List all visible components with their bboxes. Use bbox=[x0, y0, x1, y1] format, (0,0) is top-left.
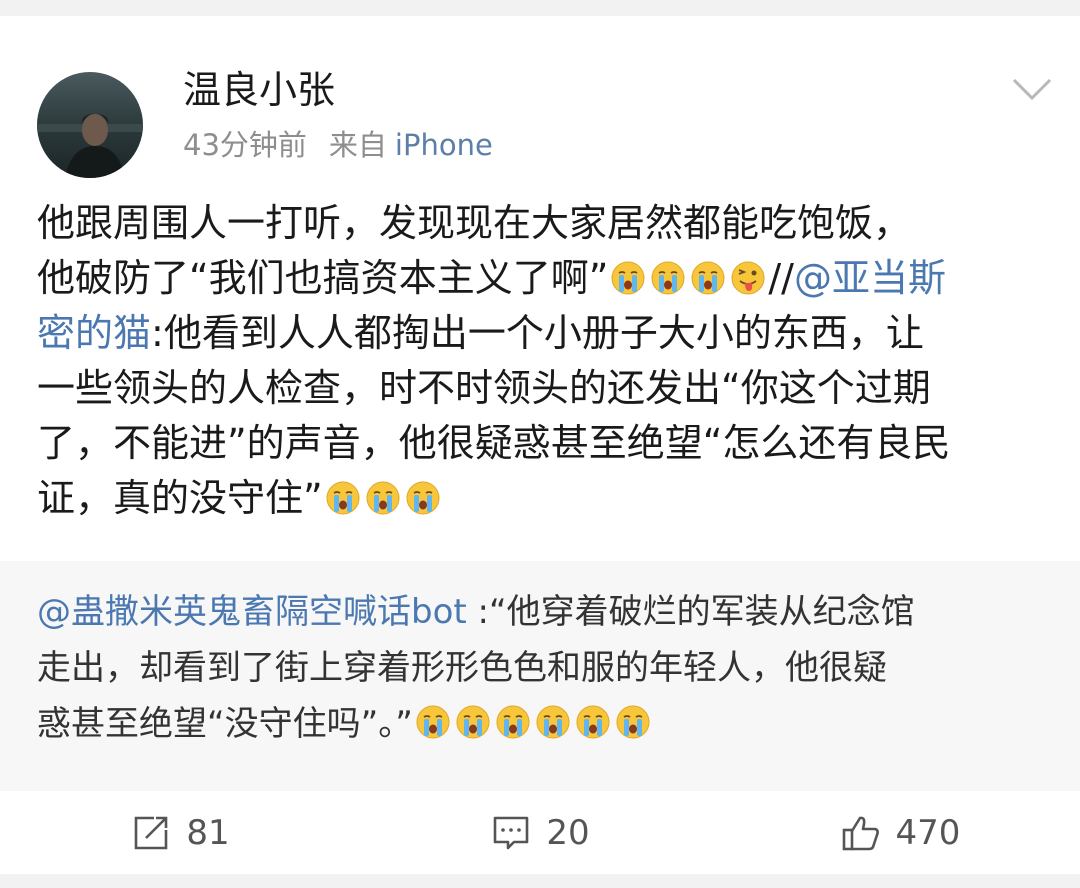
crying-face-icon bbox=[495, 704, 531, 740]
post-line: 他跟周围人一打听，发现现在大家居然都能吃饱饭， bbox=[37, 201, 912, 245]
post-line: 一些领头的人检查，时不时领头的还发出“你这个过期 bbox=[37, 366, 931, 410]
repost-button[interactable]: 81 bbox=[0, 812, 360, 854]
post-time: 43分钟前 bbox=[183, 128, 307, 162]
weibo-post-card: 温良小张 43分钟前 来自 iPhone 他跟周围人一打听，发现现在大家居然都能吃饱… bbox=[0, 16, 1080, 874]
repost-line: @蛊撒米英鬼畜隔空喊话bot :“他穿着破烂的军装从纪念馆 bbox=[37, 584, 1047, 640]
repost-line: 走出，却看到了街上穿着形形色色和服的年轻人，他很疑 bbox=[37, 648, 887, 688]
like-button[interactable]: 470 bbox=[720, 812, 1080, 854]
crying-face-icon bbox=[405, 480, 441, 516]
comment-count: 20 bbox=[546, 813, 590, 853]
post-meta: 43分钟前 来自 iPhone bbox=[183, 128, 493, 162]
mention-link[interactable]: @亚当斯 bbox=[794, 256, 946, 300]
post-line: 密的猫:他看到人人都掏出一个小册子大小的东西，让 bbox=[37, 306, 1042, 361]
crying-face-icon bbox=[615, 704, 651, 740]
crying-face-icon bbox=[455, 704, 491, 740]
post-header: 温良小张 43分钟前 来自 iPhone bbox=[0, 16, 1080, 186]
crying-face-icon bbox=[325, 480, 361, 516]
share-icon bbox=[135, 816, 168, 850]
repost-line-text: 惑甚至绝望“没守住吗”。” bbox=[37, 704, 413, 744]
comment-button[interactable]: 20 bbox=[360, 812, 720, 854]
post-line: 他破防了“我们也搞资本主义了啊” //@亚当斯 bbox=[37, 251, 1042, 306]
chevron-down-icon[interactable] bbox=[1008, 68, 1056, 108]
source-device[interactable]: iPhone bbox=[395, 128, 493, 162]
mention-link[interactable]: @蛊撒米英鬼畜隔空喊话bot bbox=[37, 592, 467, 632]
post-line-text: 证，真的没守住” bbox=[37, 476, 323, 520]
repost-quote[interactable]: @蛊撒米英鬼畜隔空喊话bot :“他穿着破烂的军装从纪念馆 走出，却看到了街上穿… bbox=[0, 561, 1080, 791]
user-name[interactable]: 温良小张 bbox=[183, 68, 335, 112]
mention-link[interactable]: 密的猫 bbox=[37, 311, 151, 355]
post-line-text: :他看到人人都掏出一个小册子大小的东西，让 bbox=[151, 311, 924, 355]
thumbs-up-icon bbox=[842, 816, 879, 851]
crying-face-icon bbox=[650, 260, 686, 296]
post-body: 他跟周围人一打听，发现现在大家居然都能吃饱饭， 他破防了“我们也搞资本主义了啊”… bbox=[37, 196, 1042, 526]
source-prefix: 来自 bbox=[328, 128, 387, 162]
crying-face-icon bbox=[610, 260, 646, 296]
crying-face-icon bbox=[690, 260, 726, 296]
like-count: 470 bbox=[895, 813, 961, 853]
post-line: 了，不能进”的声音，他很疑惑甚至绝望“怎么还有良民 bbox=[37, 421, 951, 465]
comment-icon bbox=[494, 816, 529, 850]
action-bar: 81 20 470 bbox=[0, 792, 1080, 874]
winking-tongue-face-icon bbox=[730, 260, 766, 296]
post-line: 证，真的没守住” bbox=[37, 471, 1042, 526]
repost-line: 惑甚至绝望“没守住吗”。” bbox=[37, 696, 1047, 752]
repost-body: @蛊撒米英鬼畜隔空喊话bot :“他穿着破烂的军装从纪念馆 走出，却看到了街上穿… bbox=[37, 584, 1047, 752]
crying-face-icon bbox=[535, 704, 571, 740]
repost-line-text: :“他穿着破烂的军装从纪念馆 bbox=[466, 592, 915, 632]
repost-separator: // bbox=[768, 256, 794, 300]
post-line-text: 他破防了“我们也搞资本主义了啊” bbox=[37, 256, 609, 300]
crying-face-icon bbox=[415, 704, 451, 740]
repost-count: 81 bbox=[186, 813, 230, 853]
crying-face-icon bbox=[365, 480, 401, 516]
avatar[interactable] bbox=[37, 72, 143, 178]
crying-face-icon bbox=[575, 704, 611, 740]
